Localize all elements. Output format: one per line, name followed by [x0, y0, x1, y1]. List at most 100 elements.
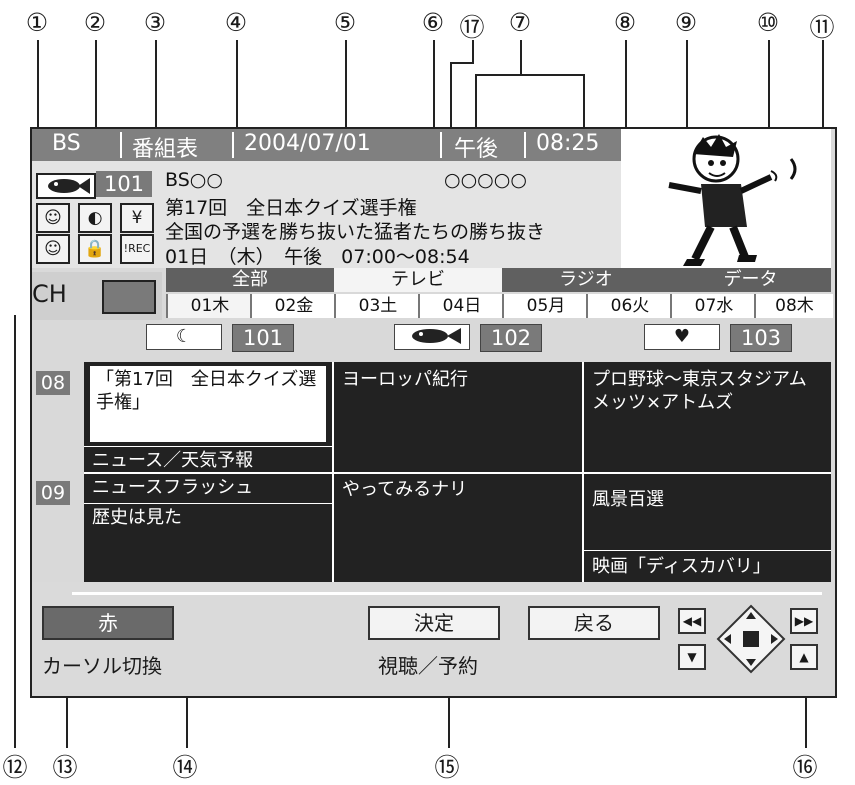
- callout-13: ⑬: [52, 753, 78, 782]
- separator: [440, 132, 442, 158]
- callout-11: ⑪: [809, 13, 835, 42]
- tab-all[interactable]: 全部: [166, 268, 334, 292]
- channel-number: 103: [730, 324, 792, 352]
- callout-14: ⑭: [172, 753, 198, 782]
- hour-divider: [84, 472, 831, 474]
- leader-line: [520, 40, 522, 74]
- tab-data[interactable]: データ: [670, 268, 831, 292]
- program-cell-selected[interactable]: 「第17回 全日本クイズ選手権」: [90, 366, 326, 442]
- fish-icon: [394, 324, 470, 350]
- separator: [524, 132, 526, 158]
- program-cell[interactable]: ヨーロッパ紀行: [342, 368, 578, 391]
- top-status-bar: BS 番組表 2004/07/01 午後 08:25: [32, 129, 621, 162]
- leader-line: [475, 74, 477, 134]
- fast-forward-icon[interactable]: ▶▶: [790, 608, 818, 634]
- ampm-label: 午後: [454, 137, 499, 162]
- mode-label: 番組表: [132, 137, 199, 162]
- red-button-caption: カーソル切換: [42, 654, 162, 678]
- channel-number: 102: [480, 324, 542, 352]
- channel-header-row: ☾ 101 102 ♥ 103: [84, 320, 831, 362]
- clock-label: 08:25: [536, 131, 600, 156]
- row-divider: [582, 550, 831, 551]
- broadcast-type: BS: [52, 131, 81, 156]
- callout-4: ④: [224, 8, 248, 37]
- lock-icon: 🔒: [78, 234, 112, 264]
- day-tab[interactable]: 07水: [670, 294, 756, 318]
- leader-line: [14, 315, 16, 748]
- leader-line: [686, 40, 688, 132]
- day-tab[interactable]: 04日: [418, 294, 504, 318]
- leader-line: [475, 74, 585, 76]
- callout-15: ⑮: [434, 753, 460, 782]
- leader-line: [472, 40, 474, 62]
- program-cell[interactable]: プロ野球〜東京スタジアム メッツ×アトムズ: [592, 368, 825, 414]
- program-schedule: 01日 （木） 午後 07:00〜08:54: [165, 246, 470, 268]
- scroll-guide: [72, 592, 822, 595]
- day-tab[interactable]: 06火: [586, 294, 672, 318]
- program-description: 全国の予選を勝ち抜いた猛者たちの勝ち抜き: [165, 221, 546, 243]
- leader-line: [95, 40, 97, 140]
- page-down-icon[interactable]: ▼: [678, 644, 706, 670]
- program-cell[interactable]: 風景百選: [592, 488, 822, 511]
- channel-number: 101: [96, 171, 152, 197]
- video-preview: [621, 129, 831, 268]
- day-tab[interactable]: 01木: [166, 294, 252, 318]
- callout-5: ⑤: [333, 8, 357, 37]
- day-tab[interactable]: 08木: [754, 294, 833, 318]
- bottom-controls: 赤 カーソル切換 決定 視聴／予約 戻る ◀◀ ▼ ▶▶ ▲: [32, 582, 831, 692]
- callout-2: ②: [83, 8, 107, 37]
- rewind-icon[interactable]: ◀◀: [678, 608, 706, 634]
- red-button[interactable]: 赤: [42, 606, 174, 640]
- program-grid: 「第17回 全日本クイズ選手権」 ニュース／天気予報 ニュースフラッシュ 歴史は…: [84, 362, 831, 582]
- callout-17: ⑰: [459, 13, 485, 42]
- fish-icon: [36, 173, 96, 199]
- smile-icon: ☺: [36, 234, 70, 264]
- day-tab[interactable]: 05月: [502, 294, 588, 318]
- face-icon: ☺: [36, 203, 70, 233]
- channel-number: 101: [232, 324, 294, 352]
- leader-line: [583, 74, 585, 134]
- callout-8: ⑧: [613, 8, 637, 37]
- callout-9: ⑨: [674, 8, 698, 37]
- page-up-icon[interactable]: ▲: [790, 644, 818, 670]
- row-divider: [84, 446, 332, 447]
- program-cell[interactable]: 歴史は見た: [92, 506, 328, 529]
- program-cell[interactable]: 映画「ディスカバリ」: [592, 555, 822, 578]
- hour-label: 08: [36, 371, 70, 395]
- enter-button-caption: 視聴／予約: [378, 654, 478, 678]
- kicking-boy-illustration: [668, 134, 797, 266]
- row-divider: [84, 503, 332, 504]
- callout-16: ⑯: [792, 753, 818, 782]
- callout-7: ⑦: [508, 8, 532, 37]
- program-cell[interactable]: やってみるナリ: [342, 478, 578, 501]
- heart-icon: ♥: [644, 324, 720, 350]
- leader-line: [450, 62, 474, 64]
- program-title: 第17回 全日本クイズ選手権: [165, 197, 417, 219]
- moon-icon: ☾: [146, 324, 222, 350]
- rec-icon: !REC: [120, 234, 154, 264]
- category-tabs: 全部 テレビ ラジオ データ 01木 02金 03土 04日 05月 06火 0…: [32, 268, 833, 320]
- date-label: 2004/07/01: [244, 131, 371, 156]
- callout-12: ⑫: [2, 753, 28, 782]
- day-tab[interactable]: 02金: [250, 294, 336, 318]
- half-circle-icon: ◐: [78, 203, 112, 233]
- genre-label: ○○○○○: [444, 169, 527, 191]
- callout-10: ⑩: [756, 8, 780, 37]
- yen-icon: ¥: [120, 203, 154, 233]
- tab-radio[interactable]: ラジオ: [502, 268, 670, 292]
- callout-6: ⑥: [421, 8, 445, 37]
- day-tab[interactable]: 03土: [334, 294, 420, 318]
- station-name: BS○○: [165, 169, 223, 191]
- leader-line: [345, 40, 347, 140]
- callout-3: ③: [143, 8, 167, 37]
- program-cell[interactable]: ニュースフラッシュ: [92, 476, 328, 499]
- separator: [120, 132, 122, 158]
- hour-label: 09: [36, 481, 70, 505]
- tab-tv[interactable]: テレビ: [334, 268, 502, 292]
- enter-button[interactable]: 決定: [368, 606, 500, 640]
- program-cell[interactable]: ニュース／天気予報: [92, 449, 328, 472]
- back-button[interactable]: 戻る: [528, 606, 660, 640]
- dpad-icon[interactable]: [716, 604, 786, 674]
- callout-1: ①: [25, 8, 49, 37]
- separator: [232, 132, 234, 158]
